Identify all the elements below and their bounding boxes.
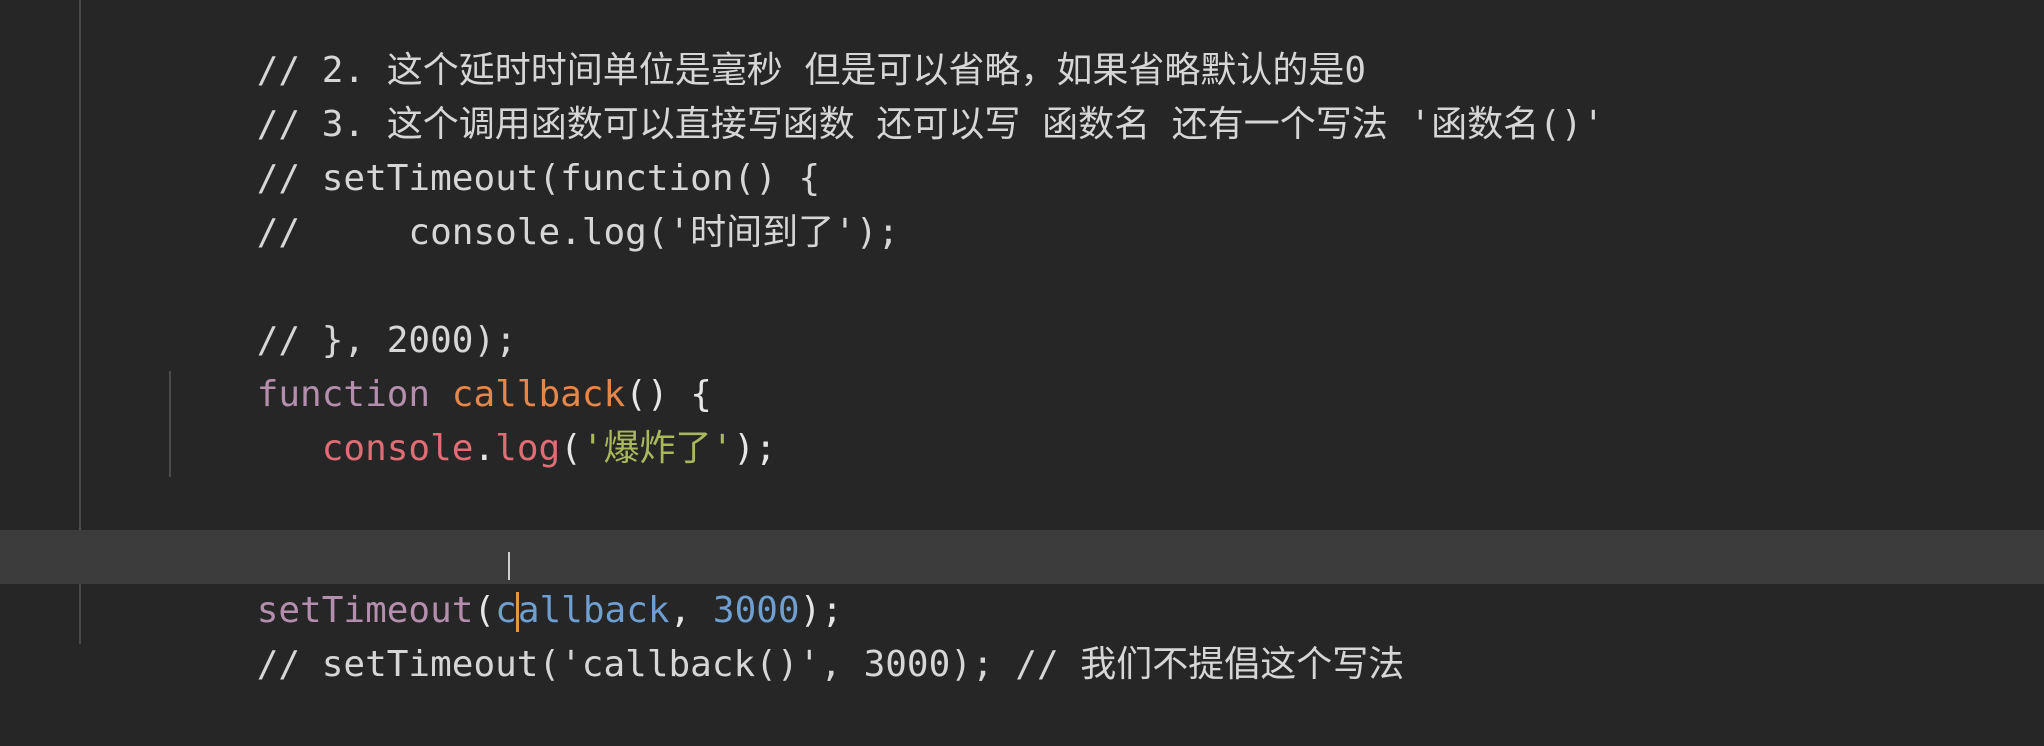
code-line-5[interactable] — [170, 206, 257, 260]
punctuation-token: ); — [733, 428, 777, 469]
code-editor[interactable]: // 2. 这个延时时间单位是毫秒 但是可以省略，如果省略默认的是0 // 3.… — [0, 0, 2044, 685]
method-token: log — [495, 428, 561, 469]
code-line-1[interactable]: // 2. 这个延时时间单位是毫秒 但是可以省略，如果省略默认的是0 — [170, 0, 1366, 91]
code-line-12[interactable]: // setTimeout('callback()', 3000); // 我们… — [170, 584, 1405, 685]
mouse-ibeam-cursor-icon — [508, 552, 522, 580]
punctuation-token: ( — [560, 428, 582, 469]
dot-token: . — [473, 428, 496, 469]
current-code-line[interactable]: setTimeout(callback, 3000); — [0, 530, 2044, 632]
string-token: '爆炸了' — [581, 428, 734, 469]
comment-text: // setTimeout('callback()', 3000); // 我们… — [256, 644, 1405, 685]
code-line-4[interactable]: // console.log('时间到了'); — [170, 152, 900, 253]
code-line-2[interactable]: // 3. 这个调用函数可以直接写函数 还可以写 函数名 还有一个写法 '函数名… — [170, 44, 1604, 145]
comment-text: // console.log('时间到了'); — [256, 212, 900, 253]
code-line-6[interactable]: // }, 2000); — [170, 260, 517, 361]
code-line-8[interactable]: console.log('爆炸了'); — [170, 368, 777, 469]
code-line-7[interactable]: function callback() { — [170, 314, 712, 415]
code-line-10[interactable]: } — [170, 476, 279, 577]
object-token: console — [321, 428, 474, 469]
code-line-3[interactable]: // setTimeout(function() { — [170, 98, 821, 199]
code-line-9[interactable] — [170, 422, 257, 476]
